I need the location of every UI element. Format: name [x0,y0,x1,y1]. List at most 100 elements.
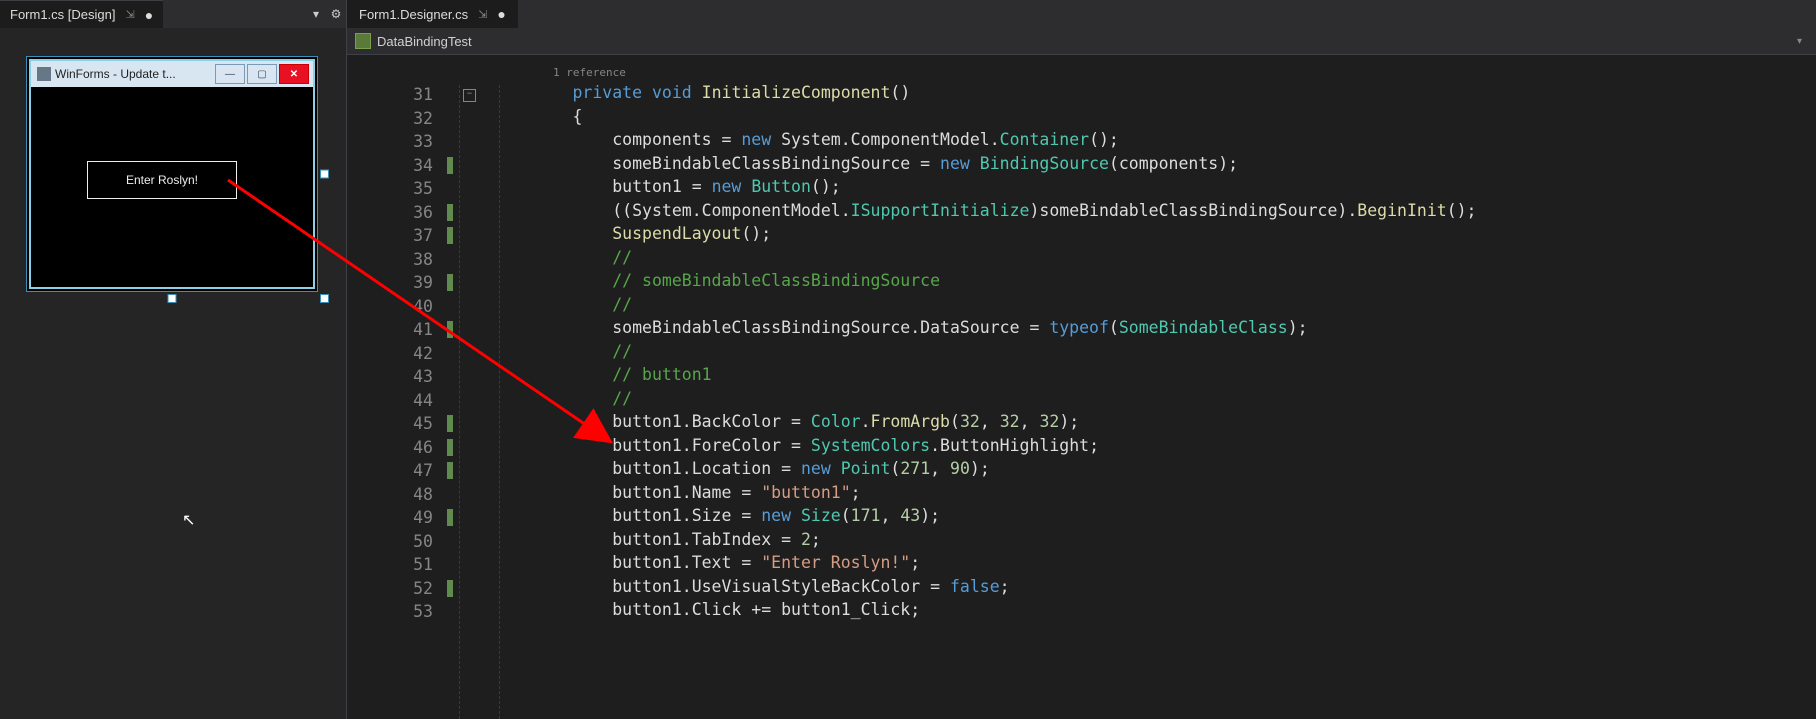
codelens-references[interactable]: 1 reference [493,61,1816,81]
gear-icon: ⚙ [331,7,342,21]
line-number: 43 [347,365,459,389]
code-line[interactable]: private void InitializeComponent() [493,81,1816,105]
line-number: 45 [347,412,459,436]
change-marker [447,204,453,221]
line-number: 31 [347,83,459,107]
tabstrip-spacer [163,0,306,28]
code-line[interactable]: components = new System.ComponentModel.C… [493,128,1816,152]
close-icon: ✕ [290,69,298,80]
line-number: 40 [347,295,459,319]
code-line[interactable]: button1 = new Button(); [493,175,1816,199]
line-number-gutter: 3132333435363738394041424344454647484950… [347,55,459,719]
code-line[interactable]: button1.Click += button1_Click; [493,598,1816,622]
chevron-down-icon: ▾ [1797,36,1808,47]
tab-settings-button[interactable]: ⚙ [326,0,346,28]
resize-handle-se[interactable] [320,294,329,303]
line-number: 33 [347,130,459,154]
line-number: 51 [347,553,459,577]
code-line[interactable]: button1.Size = new Size(171, 43); [493,504,1816,528]
line-number: 39 [347,271,459,295]
code-line[interactable]: ((System.ComponentModel.ISupportInitiali… [493,199,1816,223]
code-line[interactable]: button1.TabIndex = 2; [493,528,1816,552]
code-editor[interactable]: 3132333435363738394041424344454647484950… [347,55,1816,719]
code-pane: Form1.Designer.cs ⇲ ● DataBindingTest ▾ … [346,0,1816,719]
code-line[interactable]: button1.Name = "button1"; [493,481,1816,505]
code-line[interactable]: button1.BackColor = Color.FromArgb(32, 3… [493,410,1816,434]
tab-label: Form1.Designer.cs [359,7,468,22]
code-navbar[interactable]: DataBindingTest ▾ [347,28,1816,55]
app-icon [37,67,51,81]
code-line[interactable]: button1.UseVisualStyleBackColor = false; [493,575,1816,599]
line-number: 41 [347,318,459,342]
cursor-icon: ↖ [182,510,195,530]
tab-overflow-dropdown[interactable]: ▾ [306,0,326,28]
winform-design-frame[interactable]: WinForms - Update t... — ▢ ✕ Enter Rosly… [26,56,318,292]
namespace-dropdown[interactable]: DataBindingTest [355,33,472,49]
line-number: 44 [347,389,459,413]
designer-tabstrip: Form1.cs [Design] ⇲ ● ▾ ⚙ [0,0,346,28]
code-line[interactable]: button1.Text = "Enter Roslyn!"; [493,551,1816,575]
code-line[interactable]: // [493,387,1816,411]
code-line[interactable]: // someBindableClassBindingSource [493,269,1816,293]
change-marker [447,274,453,291]
line-number: 48 [347,483,459,507]
code-line[interactable]: button1.Location = new Point(271, 90); [493,457,1816,481]
code-line[interactable]: // [493,293,1816,317]
line-number: 47 [347,459,459,483]
change-marker [447,415,453,432]
indent-guide [459,85,460,719]
code-line[interactable]: someBindableClassBindingSource.DataSourc… [493,316,1816,340]
code-tabstrip: Form1.Designer.cs ⇲ ● [347,0,1816,28]
line-number: 53 [347,600,459,624]
pin-icon[interactable]: ⇲ [478,8,487,21]
chevron-down-icon: ▾ [313,7,319,21]
ide-root: Form1.cs [Design] ⇲ ● ▾ ⚙ WinForms - Upd… [0,0,1816,719]
change-marker [447,157,453,174]
tab-form1-designer-cs[interactable]: Form1.Designer.cs ⇲ ● [347,0,518,28]
change-marker [447,321,453,338]
window-buttons: — ▢ ✕ [215,64,309,84]
code-line[interactable]: // [493,246,1816,270]
code-column[interactable]: 1 reference private void InitializeCompo… [459,55,1816,719]
line-number: 49 [347,506,459,530]
winform-inner: WinForms - Update t... — ▢ ✕ Enter Rosly… [29,59,315,289]
maximize-button[interactable]: ▢ [247,64,277,84]
resize-handle-e[interactable] [320,170,329,179]
maximize-icon: ▢ [257,69,266,80]
code-line[interactable]: SuspendLayout(); [493,222,1816,246]
code-line[interactable]: // button1 [493,363,1816,387]
winform-titlebar: WinForms - Update t... — ▢ ✕ [31,61,313,87]
close-button[interactable]: ✕ [279,64,309,84]
minimize-button[interactable]: — [215,64,245,84]
dirty-indicator-icon: ● [145,7,153,23]
resize-handle-s[interactable] [168,294,177,303]
code-line[interactable]: { [493,105,1816,129]
line-number: 46 [347,436,459,460]
designer-surface[interactable]: WinForms - Update t... — ▢ ✕ Enter Rosly… [0,28,346,719]
winform-title: WinForms - Update t... [55,67,211,81]
change-marker [447,509,453,526]
change-marker [447,227,453,244]
tab-label: Form1.cs [Design] [10,7,115,22]
code-line[interactable]: button1.ForeColor = SystemColors.ButtonH… [493,434,1816,458]
dirty-indicator-icon: ● [497,6,505,22]
pin-icon[interactable]: ⇲ [125,8,134,21]
change-marker [447,580,453,597]
line-number: 50 [347,530,459,554]
code-line[interactable]: // [493,340,1816,364]
namespace-label: DataBindingTest [377,34,472,49]
code-line[interactable]: someBindableClassBindingSource = new Bin… [493,152,1816,176]
button1-design[interactable]: Enter Roslyn! [87,161,237,199]
line-number: 32 [347,107,459,131]
tab-form1-design[interactable]: Form1.cs [Design] ⇲ ● [0,0,163,28]
minimize-icon: — [225,69,235,80]
change-marker [447,462,453,479]
change-marker [447,439,453,456]
line-number: 34 [347,154,459,178]
button1-text: Enter Roslyn! [126,173,198,187]
line-number: 36 [347,201,459,225]
code-lines[interactable]: private void InitializeComponent() { com… [493,81,1816,622]
line-number: 37 [347,224,459,248]
form-client-area[interactable]: Enter Roslyn! [31,87,313,287]
line-number: 42 [347,342,459,366]
